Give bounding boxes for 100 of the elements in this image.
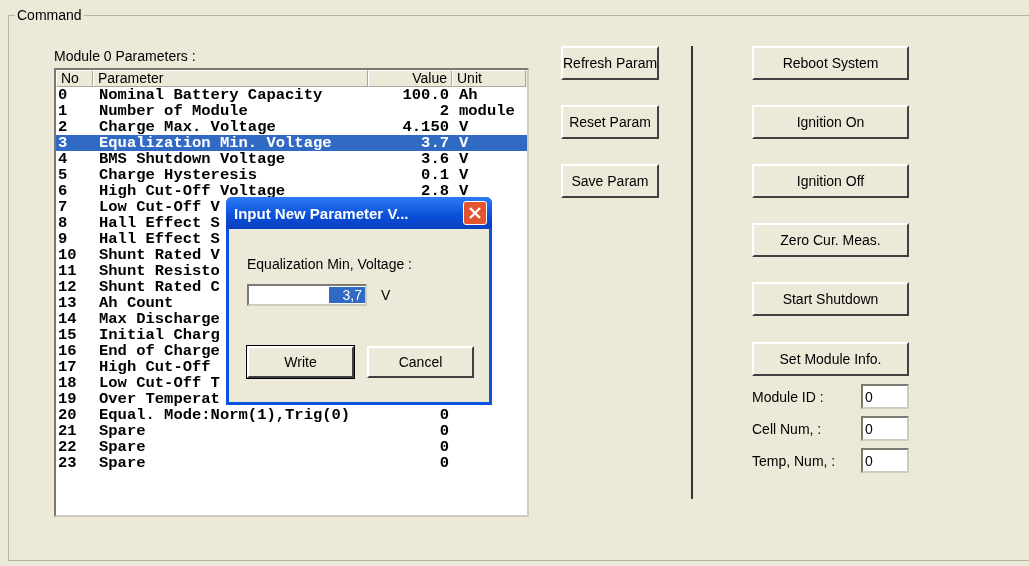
- list-row[interactable]: 20 Equal. Mode:Norm(1),Trig(0) 0: [56, 407, 527, 423]
- table-cell: 19: [58, 390, 77, 408]
- list-row[interactable]: 0 Nominal Battery Capacity 100.0 Ah: [56, 87, 527, 103]
- dialog-title: Input New Parameter V...: [234, 204, 409, 222]
- table-cell: 13: [58, 294, 77, 312]
- table-cell: Spare: [99, 438, 146, 456]
- input-field[interactable]: 0: [861, 448, 909, 473]
- field-label: Cell Num, :: [752, 420, 822, 437]
- value-field[interactable]: 3,7: [247, 284, 367, 306]
- table-cell: Shunt Rated C: [99, 278, 220, 296]
- action-button[interactable]: Reboot System: [752, 46, 909, 80]
- action-button[interactable]: Refresh Param: [561, 46, 659, 80]
- table-cell: 23: [58, 454, 77, 472]
- field-label: Equalization Min, Voltage :: [247, 256, 413, 272]
- table-cell: 8: [58, 214, 68, 232]
- action-button[interactable]: Save Param: [561, 164, 659, 198]
- table-cell: 4.150: [402, 118, 449, 136]
- table-cell: V: [459, 166, 469, 184]
- input-field[interactable]: 0: [861, 416, 909, 441]
- table-cell: module: [459, 102, 515, 120]
- list-row[interactable]: 4 BMS Shutdown Voltage 3.6 V: [56, 151, 527, 167]
- action-button[interactable]: Ignition Off: [752, 164, 909, 198]
- table-cell: 0: [439, 454, 449, 472]
- table-cell: 0: [58, 86, 68, 104]
- table-cell: 2: [439, 102, 449, 120]
- list-row[interactable]: 5 Charge Hysteresis 0.1 V: [56, 167, 527, 183]
- table-cell: Nominal Battery Capacity: [99, 86, 323, 104]
- list-row[interactable]: 1 Number of Module 2 module: [56, 103, 527, 119]
- column-header[interactable]: No: [56, 70, 93, 87]
- list-title: Module 0 Parameters :: [54, 47, 197, 66]
- list-row[interactable]: 22 Spare 0: [56, 439, 527, 455]
- list-row[interactable]: 21 Spare 0: [56, 423, 527, 439]
- dialog-button[interactable]: Cancel: [367, 346, 474, 378]
- close-icon: [467, 205, 483, 221]
- table-cell: 11: [58, 262, 77, 280]
- table-cell: Initial Charg: [99, 326, 220, 344]
- table-cell: 10: [58, 246, 77, 264]
- table-cell: Low Cut-Off T: [99, 374, 220, 392]
- table-cell: Over Temperat: [99, 390, 220, 408]
- table-cell: Charge Hysteresis: [99, 166, 258, 184]
- table-cell: Max Discharge: [99, 310, 220, 328]
- table-cell: Ah Count: [99, 294, 174, 312]
- table-cell: Hall Effect S: [99, 230, 220, 248]
- table-cell: 100.0: [402, 86, 449, 104]
- action-button[interactable]: Set Module Info.: [752, 342, 909, 376]
- table-cell: Spare: [99, 422, 146, 440]
- table-cell: 20: [58, 406, 77, 424]
- table-cell: 18: [58, 374, 77, 392]
- action-button[interactable]: Start Shutdown: [752, 282, 909, 316]
- table-cell: 2.8: [421, 182, 449, 200]
- list-row[interactable]: 23 Spare 0: [56, 455, 527, 471]
- table-cell: Spare: [99, 454, 146, 472]
- table-cell: 17: [58, 358, 77, 376]
- table-cell: Number of Module: [99, 102, 248, 120]
- column-header[interactable]: Parameter: [93, 70, 368, 87]
- table-cell: 1: [58, 102, 68, 120]
- close-button[interactable]: [463, 201, 487, 225]
- table-cell: 3.7: [421, 134, 449, 152]
- list-row[interactable]: 6 High Cut-Off Voltage 2.8 V: [56, 183, 527, 199]
- table-cell: 0: [439, 422, 449, 440]
- table-cell: Charge Max. Voltage: [99, 118, 276, 136]
- column-header[interactable]: Unit: [452, 70, 526, 87]
- table-cell: Shunt Rated V: [99, 246, 220, 264]
- table-cell: V: [459, 134, 469, 152]
- field-label: Temp, Num, :: [752, 452, 836, 469]
- table-cell: Ah: [459, 86, 478, 104]
- table-cell: 22: [58, 438, 77, 456]
- list-row[interactable]: 2 Charge Max. Voltage 4.150 V: [56, 119, 527, 135]
- table-cell: Hall Effect S: [99, 214, 220, 232]
- table-cell: 12: [58, 278, 77, 296]
- table-cell: 0: [439, 406, 449, 424]
- column-header[interactable]: Value: [368, 70, 452, 87]
- table-cell: 21: [58, 422, 77, 440]
- action-button[interactable]: Ignition On: [752, 105, 909, 139]
- table-cell: 4: [58, 150, 68, 168]
- table-cell: 0.1: [421, 166, 449, 184]
- input-field[interactable]: 0: [861, 384, 909, 409]
- table-cell: Shunt Resisto: [99, 262, 220, 280]
- dialog-button[interactable]: Write: [247, 346, 354, 378]
- selected-row[interactable]: 3 Equalization Min. Voltage 3.7 V: [56, 135, 527, 151]
- table-cell: 3.6: [421, 150, 449, 168]
- table-cell: BMS Shutdown Voltage: [99, 150, 286, 168]
- table-cell: 16: [58, 342, 77, 360]
- group-title: Command: [15, 7, 84, 23]
- table-cell: 14: [58, 310, 77, 328]
- table-cell: V: [459, 118, 469, 136]
- table-cell: Equalization Min. Voltage: [99, 134, 332, 152]
- table-cell: 15: [58, 326, 77, 344]
- action-button[interactable]: Reset Param: [561, 105, 659, 139]
- unit-label: V: [381, 287, 391, 303]
- table-cell: 6: [58, 182, 68, 200]
- action-button[interactable]: Zero Cur. Meas.: [752, 223, 909, 257]
- table-cell: 2: [58, 118, 68, 136]
- table-cell: V: [459, 150, 469, 168]
- table-cell: Low Cut-Off V: [99, 198, 220, 216]
- table-cell: High Cut-Off: [99, 358, 211, 376]
- table-cell: 3: [58, 134, 68, 152]
- table-cell: 9: [58, 230, 68, 248]
- table-cell: 5: [58, 166, 68, 184]
- table-cell: V: [459, 182, 469, 200]
